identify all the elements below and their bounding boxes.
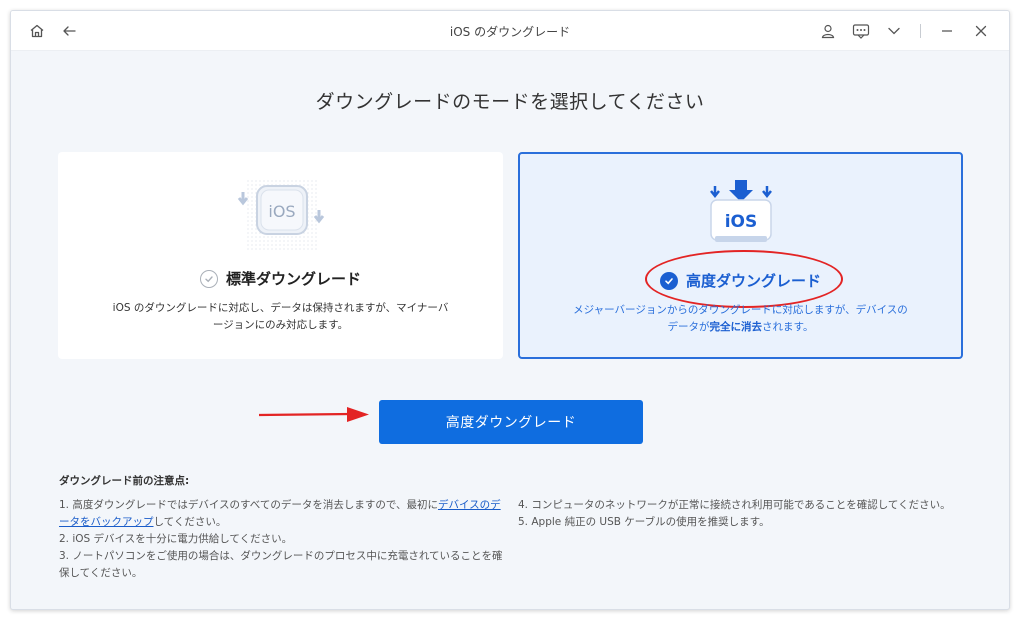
standard-mode-title: 標準ダウングレード — [225, 270, 361, 288]
note-1-suffix: してください。 — [153, 516, 227, 528]
ios-standard-icon: iOS — [237, 180, 324, 250]
advanced-desc-bold: 完全に消去 — [709, 321, 763, 333]
check-icon — [199, 269, 218, 288]
page-title: ダウングレードのモードを選択してください — [315, 91, 705, 113]
standard-mode-description: iOS のダウングレードに対応し、データは保持されますが、マイナーバージョンにの… — [112, 302, 449, 331]
check-icon — [659, 271, 678, 290]
close-icon[interactable] — [971, 21, 991, 41]
titlebar-separator — [920, 24, 921, 38]
ios-label: iOS — [268, 202, 295, 221]
advanced-mode-row: 高度ダウングレード — [520, 270, 961, 291]
ios-label: iOS — [724, 212, 757, 232]
advanced-desc-part2: されます。 — [762, 321, 814, 333]
standard-mode-row: 標準ダウングレード — [58, 268, 503, 289]
standard-downgrade-card[interactable]: iOS 標準ダウングレード iOS のダウングレードに対応し、データは保持されま… — [58, 152, 503, 359]
app-window: iOS のダウングレード ダウングレードのモードを選択してください iOS 標準… — [10, 10, 1010, 610]
advanced-downgrade-button[interactable]: 高度ダウングレード — [379, 400, 643, 444]
advanced-mode-title: 高度ダウングレード — [685, 272, 821, 290]
ios-advanced-icon: iOS — [709, 180, 772, 242]
title-bar: iOS のダウングレード — [11, 11, 1009, 51]
notes-left-column: 1. 高度ダウングレードではデバイスのすべてのデータを消去しますので、最初にデバ… — [59, 497, 504, 582]
notes-title: ダウングレード前の注意点: — [59, 475, 190, 487]
advanced-mode-description: メジャーバージョンからのダウングレードに対応しますが、デバイスのデータが完全に消… — [570, 302, 911, 336]
note-item-3: 3. ノートパソコンをご使用の場合は、ダウングレードのプロセス中に充電されている… — [59, 550, 503, 579]
note-item-5: 5. Apple 純正の USB ケーブルの使用を推奨します。 — [518, 516, 770, 528]
note-item-1: 1. 高度ダウングレードではデバイスのすべてのデータを消去しますので、最初にデバ… — [59, 497, 504, 531]
note-item-2: 2. iOS デバイスを十分に電力供給してください。 — [59, 533, 293, 545]
feedback-icon[interactable] — [851, 21, 871, 41]
note-1-text: 1. 高度ダウングレードではデバイスのすべてのデータを消去しますので、最初に — [59, 499, 438, 511]
minimize-icon[interactable] — [937, 21, 957, 41]
chevron-down-icon[interactable] — [884, 21, 904, 41]
note-item-4: 4. コンピュータのネットワークが正常に接続され利用可能であることを確認してくだ… — [518, 499, 951, 511]
notes-right-column: 4. コンピュータのネットワークが正常に接続され利用可能であることを確認してくだ… — [518, 497, 963, 531]
annotation-arrow — [259, 407, 369, 422]
advanced-downgrade-card[interactable]: iOS 高度ダウングレード メジャーバージョンからのダウングレードに対応しますが… — [518, 152, 963, 359]
user-icon[interactable] — [818, 21, 838, 41]
